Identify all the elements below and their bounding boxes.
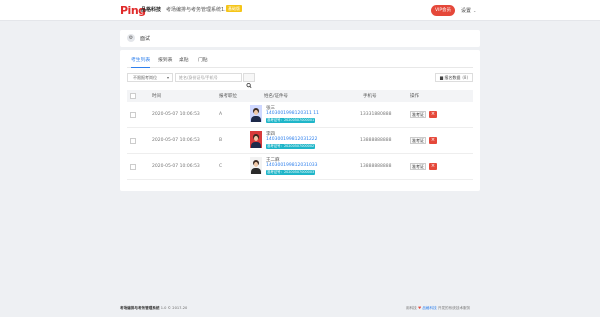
candidate-id[interactable]: 140300199812031033 xyxy=(266,163,318,168)
footer-version: 1.0 © 2017-20 xyxy=(160,306,188,310)
page-title: 面试 xyxy=(140,36,151,42)
footer-brand-link[interactable]: 品格科技 xyxy=(422,306,436,310)
close-icon: × xyxy=(430,111,436,117)
close-icon: × xyxy=(430,163,436,169)
export-icon: ▆ xyxy=(439,75,444,80)
main-panel: 考生列表 报到表 桌贴 门贴 不限报考岗位 ▾ 姓名/身份证号/手机号 ▆ 报名… xyxy=(120,50,480,191)
ticket-badge: 准考证号：20200507000001 xyxy=(266,118,316,123)
row-phone: 13331880888 xyxy=(360,112,392,117)
footer-prefix: 用科技 xyxy=(406,306,417,310)
table-row: 2020-05-07 10:06:53 B 李四 140300199812031… xyxy=(127,128,473,154)
col-name-id: 姓名/证件号 xyxy=(264,94,289,99)
ticket-button[interactable]: 准考证 xyxy=(410,111,426,118)
settings-menu[interactable]: 设置 ⌄ xyxy=(461,7,476,14)
footer-system-name: 考场编排与考务管理系统 xyxy=(120,306,160,310)
close-icon: × xyxy=(430,137,436,143)
delete-button[interactable]: × xyxy=(429,111,437,118)
vip-button[interactable]: VIP会员 xyxy=(431,5,455,16)
row-position: C xyxy=(219,164,223,169)
select-all-checkbox[interactable] xyxy=(130,93,136,99)
chevron-down-icon: ⌄ xyxy=(473,8,477,13)
table-header: 时间 报考职位 姓名/证件号 手机号 操作 xyxy=(127,90,473,102)
col-time: 时间 xyxy=(152,94,161,99)
export-count: (8) xyxy=(462,75,469,80)
row-checkbox[interactable] xyxy=(130,112,136,118)
footer-copyright: 考场编排与考务管理系统 1.0 © 2017-20 xyxy=(120,306,187,311)
ticket-button[interactable]: 准考证 xyxy=(410,163,426,170)
top-header: Ping 品格科技 考场编排与考务管理系统1.0 基础版 VIP会员 设置 ⌄ xyxy=(0,0,600,21)
candidate-photo xyxy=(250,105,262,122)
col-phone: 手机号 xyxy=(363,94,377,99)
row-time: 2020-05-07 10:06:53 xyxy=(152,164,200,169)
col-position: 报考职位 xyxy=(219,94,237,99)
search-icon xyxy=(246,82,252,88)
export-button[interactable]: ▆ 报名数据 (8) xyxy=(435,73,473,82)
table-row: 2020-05-07 10:06:53 A 张三 140300199812031… xyxy=(127,102,473,128)
footer-suffix: 开发的系统技术服务 xyxy=(437,306,471,310)
position-select-value: 不限报考岗位 xyxy=(133,75,157,80)
tab-checkin[interactable]: 报到表 xyxy=(158,56,172,68)
row-position: A xyxy=(219,112,223,117)
delete-button[interactable]: × xyxy=(429,163,437,170)
tab-desk-labels[interactable]: 桌贴 xyxy=(179,56,189,68)
ticket-button[interactable]: 准考证 xyxy=(410,137,426,144)
heart-icon: ♥ xyxy=(417,306,422,310)
col-actions: 操作 xyxy=(410,94,419,99)
candidate-photo xyxy=(250,157,262,174)
row-time: 2020-05-07 10:06:53 xyxy=(152,138,200,143)
delete-button[interactable]: × xyxy=(429,137,437,144)
row-position: B xyxy=(219,138,223,143)
tab-bar: 考生列表 报到表 桌贴 门贴 xyxy=(127,56,473,68)
candidate-id[interactable]: 1403001998120311 11 xyxy=(266,111,319,116)
row-time: 2020-05-07 10:06:53 xyxy=(152,112,200,117)
settings-label: 设置 xyxy=(461,8,472,14)
row-checkbox[interactable] xyxy=(130,138,136,144)
ticket-badge: 准考证号：20200507000002 xyxy=(266,144,316,149)
search-input[interactable]: 姓名/身份证号/手机号 xyxy=(175,73,242,82)
search-button[interactable] xyxy=(243,73,255,88)
tab-candidates[interactable]: 考生列表 xyxy=(131,56,151,68)
export-label: 报名数据 xyxy=(444,75,461,80)
row-phone: 13888888888 xyxy=(360,138,392,143)
brand-name: 品格科技 xyxy=(141,7,162,13)
gear-icon[interactable]: ⚙ xyxy=(127,34,135,42)
footer-credit: 用科技 ♥ 品格科技 开发的系统技术服务 xyxy=(406,306,470,311)
tab-door-labels[interactable]: 门贴 xyxy=(198,56,208,68)
row-checkbox[interactable] xyxy=(130,164,136,170)
chevron-down-icon: ▾ xyxy=(166,75,169,80)
system-title: 考场编排与考务管理系统1.0 xyxy=(166,7,229,13)
candidate-photo xyxy=(250,131,262,148)
version-badge: 基础版 xyxy=(226,5,242,12)
breadcrumb: ⚙ 面试 xyxy=(120,30,480,47)
ticket-badge: 准考证号：20200507000003 xyxy=(266,170,316,175)
position-select[interactable]: 不限报考岗位 ▾ xyxy=(127,73,173,82)
table-row: 2020-05-07 10:06:53 C 王二麻 14030019981203… xyxy=(127,154,473,180)
row-phone: 13888888888 xyxy=(360,164,392,169)
candidate-id[interactable]: 140300199812031222 xyxy=(266,137,318,142)
